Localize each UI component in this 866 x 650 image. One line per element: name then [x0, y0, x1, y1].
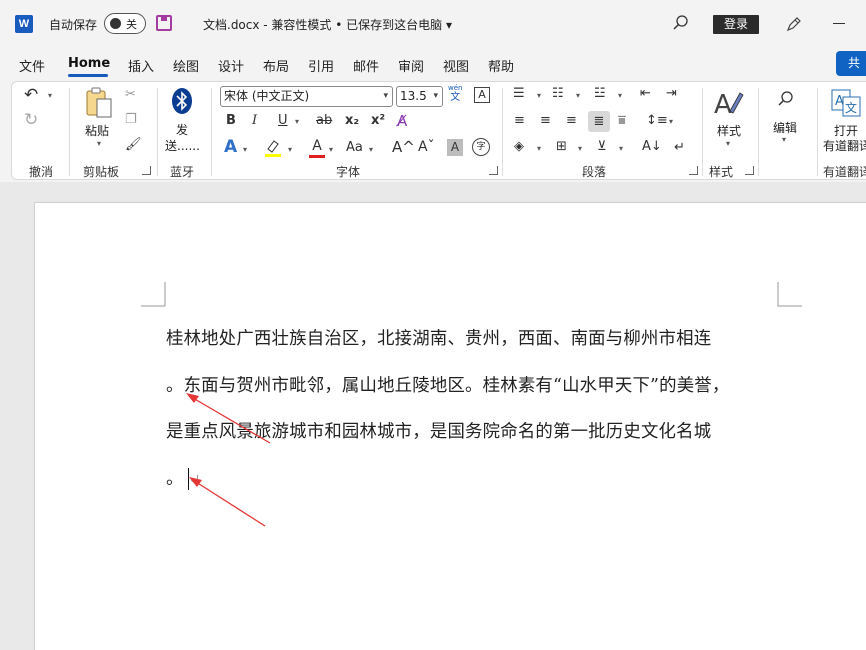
- annotation-arrow-2: [189, 477, 266, 527]
- annotation-arrow-1: [186, 393, 271, 444]
- annotation-arrows: [186, 393, 271, 527]
